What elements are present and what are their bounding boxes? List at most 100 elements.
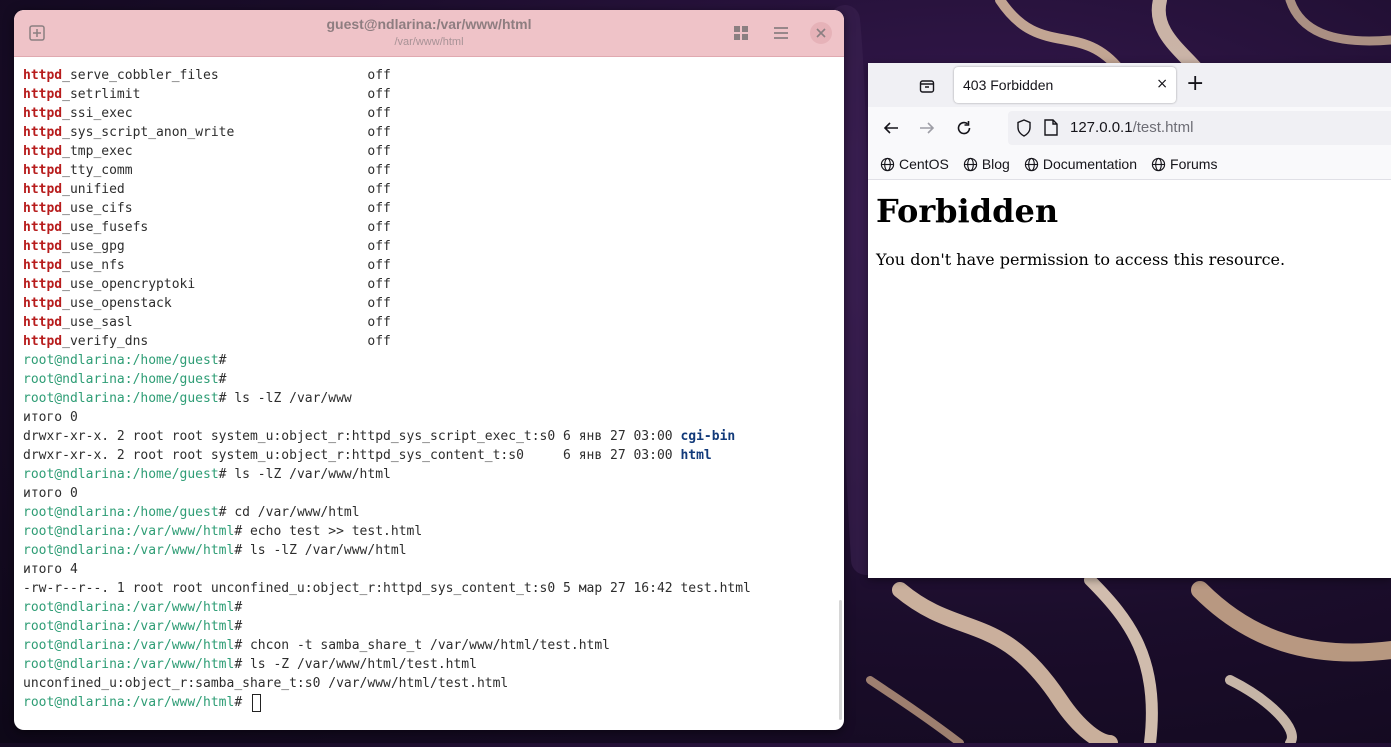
terminal-line: httpd_use_cifs off: [23, 199, 836, 218]
url-bar[interactable]: 127.0.0.1/test.html: [1008, 111, 1391, 145]
terminal-line: root@ndlarina:/home/guest#: [23, 370, 836, 389]
keyword-text: httpd: [23, 68, 63, 83]
bookmark-label: Blog: [981, 156, 1010, 172]
line-text: _use_opencryptoki off: [62, 277, 391, 292]
shell-prompt: root@ndlarina:/var/www/html: [23, 695, 235, 710]
bookmark-documentation[interactable]: Documentation: [1024, 156, 1137, 172]
line-text: _ssi_exec off: [62, 106, 391, 121]
terminal-line: root@ndlarina:/var/www/html# ls -Z /var/…: [23, 655, 836, 674]
globe-icon: [963, 157, 977, 171]
shell-prompt: root@ndlarina:/home/guest: [23, 353, 219, 368]
globe-icon: [1151, 157, 1166, 171]
bookmark-label: Documentation: [1042, 156, 1138, 172]
close-icon[interactable]: [810, 22, 832, 44]
tab-title: 403 Forbidden: [963, 77, 1054, 93]
line-text: #: [234, 619, 243, 634]
shell-prompt: root@ndlarina:/var/www/html: [23, 657, 235, 672]
line-text: # echo test >> test.html: [234, 524, 423, 539]
keyword-text: httpd: [23, 315, 63, 330]
shell-prompt: root@ndlarina:/home/guest: [23, 372, 219, 387]
terminal-line: httpd_use_opencryptoki off: [23, 275, 836, 294]
line-text: итого 0: [23, 486, 78, 501]
hamburger-menu-icon[interactable]: [770, 22, 792, 44]
terminal-line: drwxr-xr-x. 2 root root system_u:object_…: [23, 427, 836, 446]
keyword-text: httpd: [23, 296, 63, 311]
terminal-line: root@ndlarina:/var/www/html# ls -lZ /var…: [23, 541, 836, 560]
line-text: _use_nfs off: [62, 258, 391, 273]
terminal-line: root@ndlarina:/var/www/html#: [23, 617, 836, 636]
terminal-scrollbar[interactable]: [839, 600, 842, 720]
terminal-line: httpd_tmp_exec off: [23, 142, 836, 161]
terminal-line: root@ndlarina:/home/guest# cd /var/www/h…: [23, 503, 836, 522]
shield-icon[interactable]: [1016, 119, 1032, 141]
terminal-cursor: [251, 693, 261, 712]
back-arrow-icon[interactable]: [880, 117, 902, 139]
grid-view-icon[interactable]: [730, 22, 752, 44]
bookmarks-toolbar: CentOS Blog Documentation Forums: [868, 149, 1391, 180]
line-text: #: [218, 353, 227, 368]
line-text: _use_fusefs off: [62, 220, 391, 235]
line-text: _use_sasl off: [62, 315, 391, 330]
forward-arrow-icon[interactable]: [916, 117, 938, 139]
url-host: 127.0.0.1: [1070, 119, 1133, 136]
keyword-text: httpd: [23, 277, 63, 292]
globe-icon: [880, 157, 895, 171]
terminal-title: guest@ndlarina:/var/www/html: [326, 16, 532, 32]
keyword-text: httpd: [23, 201, 63, 216]
terminal-line: root@ndlarina:/var/www/html# echo test >…: [23, 522, 836, 541]
bookmark-forums[interactable]: Forums: [1151, 156, 1217, 172]
keyword-text: httpd: [23, 163, 63, 178]
shell-prompt: root@ndlarina:/home/guest: [23, 391, 219, 406]
terminal-line: root@ndlarina:/home/guest# ls -lZ /var/w…: [23, 389, 836, 408]
terminal-header: guest@ndlarina:/var/www/html /var/www/ht…: [14, 10, 844, 57]
terminal-line: root@ndlarina:/var/www/html#: [23, 598, 836, 617]
terminal-line: httpd_use_openstack off: [23, 294, 836, 313]
bookmark-blog[interactable]: Blog: [963, 156, 1010, 172]
directory-name: html: [680, 448, 712, 463]
bookmark-label: CentOS: [899, 156, 949, 172]
tab-close-icon[interactable]: ×: [1156, 76, 1168, 92]
shell-prompt: root@ndlarina:/home/guest: [23, 505, 219, 520]
terminal-line: drwxr-xr-x. 2 root root system_u:object_…: [23, 446, 836, 465]
tab-403-forbidden[interactable]: 403 Forbidden ×: [954, 67, 1176, 103]
terminal-line: httpd_setrlimit off: [23, 85, 836, 104]
line-text: _use_gpg off: [62, 239, 391, 254]
line-text: # ls -lZ /var/www/html: [234, 543, 407, 558]
shell-prompt: root@ndlarina:/var/www/html: [23, 543, 235, 558]
terminal-line: -rw-r--r--. 1 root root unconfined_u:obj…: [23, 579, 836, 598]
line-text: drwxr-xr-x. 2 root root system_u:object_…: [23, 429, 681, 444]
terminal-line: httpd_use_sasl off: [23, 313, 836, 332]
keyword-text: httpd: [23, 144, 63, 159]
browser-window: 403 Forbidden × + 127.0.0.1/test.html Ce…: [868, 63, 1391, 578]
shell-prompt: root@ndlarina:/var/www/html: [23, 600, 235, 615]
terminal-line: httpd_use_fusefs off: [23, 218, 836, 237]
line-text: итого 4: [23, 562, 78, 577]
keyword-text: httpd: [23, 125, 63, 140]
line-text: _tmp_exec off: [62, 144, 391, 159]
line-text: #: [218, 372, 227, 387]
line-text: # ls -Z /var/www/html/test.html: [234, 657, 477, 672]
directory-name: cgi-bin: [680, 429, 736, 444]
line-text: # ls -lZ /var/www: [218, 391, 352, 406]
terminal-line: root@ndlarina:/home/guest# ls -lZ /var/w…: [23, 465, 836, 484]
terminal-line: httpd_serve_cobbler_files off: [23, 66, 836, 85]
terminal-line: httpd_ssi_exec off: [23, 104, 836, 123]
terminal-subtitle: /var/www/html: [394, 36, 464, 48]
terminal-output[interactable]: httpd_serve_cobbler_files off httpd_setrl…: [23, 66, 836, 730]
reload-icon[interactable]: [953, 117, 975, 139]
new-tab-button[interactable]: +: [1186, 71, 1204, 96]
terminal-line: httpd_unified off: [23, 180, 836, 199]
url-text[interactable]: 127.0.0.1/test.html: [1070, 119, 1193, 136]
line-text: итого 0: [23, 410, 78, 425]
bookmark-label: Forums: [1170, 156, 1218, 172]
line-text: # chcon -t samba_share_t /var/www/html/t…: [234, 638, 611, 653]
line-text: # ls -lZ /var/www/html: [218, 467, 391, 482]
terminal-line: root@ndlarina:/home/guest#: [23, 351, 836, 370]
terminal-line: unconfined_u:object_r:samba_share_t:s0 /…: [23, 674, 836, 693]
line-text: unconfined_u:object_r:samba_share_t:s0 /…: [23, 676, 509, 691]
tab-list-icon[interactable]: [916, 75, 938, 97]
bookmark-centos[interactable]: CentOS: [880, 156, 949, 172]
line-text: -rw-r--r--. 1 root root unconfined_u:obj…: [23, 581, 751, 596]
shell-prompt: root@ndlarina:/var/www/html: [23, 638, 235, 653]
shell-prompt: root@ndlarina:/var/www/html: [23, 524, 235, 539]
